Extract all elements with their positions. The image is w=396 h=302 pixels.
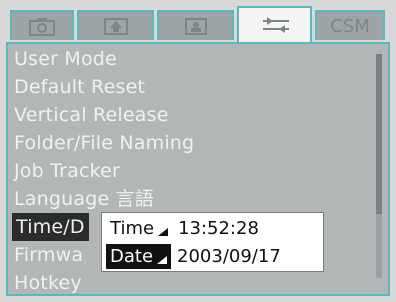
- menu-item-time-date[interactable]: Time/D: [12, 213, 89, 241]
- time-key[interactable]: Time: [106, 216, 172, 241]
- menu-item-firmware[interactable]: Firmwa: [14, 242, 83, 268]
- time-date-popup: Time 13:52:28 Date 2003/09/17: [101, 212, 324, 272]
- time-label: Time: [110, 218, 155, 239]
- tab-bar: CSM: [10, 6, 390, 42]
- setup-wrench-icon: [261, 15, 289, 35]
- menu-item-default-reset[interactable]: Default Reset: [14, 74, 145, 100]
- date-row[interactable]: Date 2003/09/17: [106, 243, 281, 270]
- camera-icon: [28, 16, 56, 36]
- print-icon: [182, 16, 210, 36]
- time-row[interactable]: Time 13:52:28: [106, 215, 259, 242]
- menu-item-hotkey[interactable]: Hotkey: [14, 270, 82, 296]
- tab-setup[interactable]: [237, 6, 312, 42]
- menu-item-job-tracker[interactable]: Job Tracker: [14, 158, 120, 184]
- tab-csm-label: CSM: [330, 15, 370, 37]
- corner-arrow-icon: [157, 255, 168, 264]
- menu-scrollbar[interactable]: [376, 54, 382, 278]
- tab-csm[interactable]: CSM: [315, 10, 385, 40]
- camera-menu-screen: CSM User Mode Default Reset Vertical Rel…: [0, 0, 396, 302]
- tab-camera[interactable]: [10, 10, 74, 40]
- corner-arrow-icon: [158, 227, 169, 236]
- menu-scroll-thumb[interactable]: [376, 54, 382, 214]
- tab-print[interactable]: [157, 10, 234, 40]
- date-label: Date: [110, 246, 154, 267]
- tab-playback[interactable]: [77, 10, 154, 40]
- time-value[interactable]: 13:52:28: [178, 215, 259, 242]
- menu-item-folder-file-naming[interactable]: Folder/File Naming: [14, 130, 194, 156]
- menu-item-user-mode[interactable]: User Mode: [14, 46, 117, 72]
- menu-item-language[interactable]: Language 言語: [14, 186, 154, 212]
- date-value[interactable]: 2003/09/17: [177, 243, 281, 270]
- date-key[interactable]: Date: [106, 244, 172, 269]
- menu-item-vertical-release[interactable]: Vertical Release: [14, 102, 169, 128]
- playback-icon: [102, 16, 130, 36]
